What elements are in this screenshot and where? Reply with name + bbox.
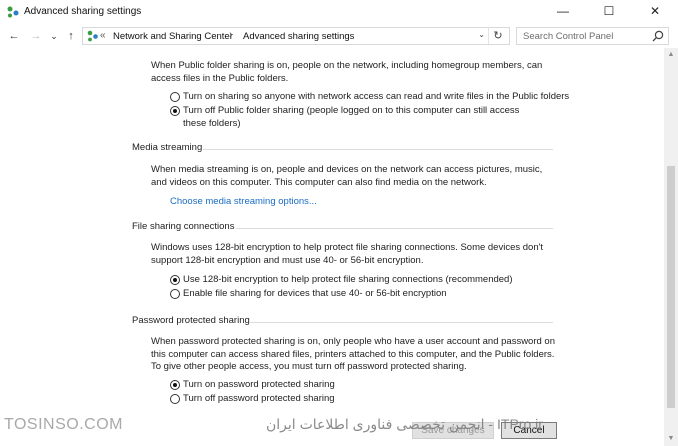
recent-locations-dropdown[interactable]: ⌄ (46, 28, 62, 44)
back-button[interactable]: ← (6, 28, 22, 44)
address-toolbar: ← → ⌄ ↑ « Network and Sharing Center › A… (0, 24, 678, 48)
section-heading-file-sharing: File sharing connections (132, 221, 235, 232)
password-sharing-description: When password protected sharing is on, o… (151, 336, 555, 372)
media-streaming-options-link[interactable]: Choose media streaming options... (170, 196, 317, 207)
watermark-left: TOSINSO.COM (4, 416, 123, 433)
section-divider (249, 322, 553, 323)
radio-button[interactable] (170, 289, 180, 299)
refresh-icon[interactable]: ↻ (488, 28, 507, 44)
media-streaming-description: When media streaming is on, people and d… (151, 164, 543, 188)
vertical-scrollbar[interactable]: ▲ ▼ (664, 48, 678, 446)
radio-button-selected[interactable] (170, 106, 180, 116)
radio-button[interactable] (170, 394, 180, 404)
breadcrumb-advanced-sharing-settings[interactable]: Advanced sharing settings (243, 31, 354, 42)
network-icon (7, 6, 19, 18)
forward-button[interactable]: → (28, 28, 44, 44)
radio-label[interactable]: Turn on sharing so anyone with network a… (183, 91, 569, 104)
section-divider (203, 149, 553, 150)
radio-label[interactable]: Turn on password protected sharing (183, 379, 335, 392)
settings-content: When Public folder sharing is on, people… (0, 48, 664, 446)
watermark-right: ITPro.ir - انجمن تخصصی فناوری اطلاعات ای… (266, 416, 543, 432)
radio-button-selected[interactable] (170, 275, 180, 285)
radio-label[interactable]: Enable file sharing for devices that use… (183, 288, 447, 301)
section-heading-media-streaming: Media streaming (132, 142, 203, 153)
public-folder-description: When Public folder sharing is on, people… (151, 60, 543, 84)
scroll-down-icon[interactable]: ▼ (664, 432, 678, 446)
radio-label[interactable]: Turn off Public folder sharing (people l… (183, 105, 543, 130)
breadcrumb-overflow[interactable]: « (100, 30, 106, 41)
radio-button[interactable] (170, 92, 180, 102)
breadcrumb-separator[interactable]: › (229, 29, 233, 41)
title-bar: Advanced sharing settings — ☐ ✕ (0, 0, 678, 24)
control-panel-network-icon (87, 30, 98, 42)
section-divider (236, 228, 553, 229)
file-sharing-description: Windows uses 128-bit encryption to help … (151, 242, 544, 266)
radio-button-selected[interactable] (170, 380, 180, 390)
close-button[interactable]: ✕ (632, 0, 678, 24)
breadcrumb-network-sharing-center[interactable]: Network and Sharing Center (113, 31, 233, 42)
address-dropdown-icon[interactable]: ⌄ (478, 30, 485, 39)
section-heading-password-sharing: Password protected sharing (132, 315, 250, 326)
window-title: Advanced sharing settings (24, 6, 142, 17)
search-box[interactable] (516, 27, 669, 45)
scrollbar-thumb[interactable] (667, 166, 675, 408)
minimize-button[interactable]: — (540, 0, 586, 24)
search-icon[interactable] (652, 30, 664, 42)
up-button[interactable]: ↑ (63, 28, 79, 44)
radio-label[interactable]: Turn off password protected sharing (183, 393, 335, 406)
search-input[interactable] (517, 28, 653, 44)
radio-label[interactable]: Use 128-bit encryption to help protect f… (183, 274, 513, 287)
maximize-button[interactable]: ☐ (586, 0, 632, 24)
address-bar[interactable]: « Network and Sharing Center › Advanced … (82, 27, 510, 45)
scroll-up-icon[interactable]: ▲ (664, 48, 678, 62)
